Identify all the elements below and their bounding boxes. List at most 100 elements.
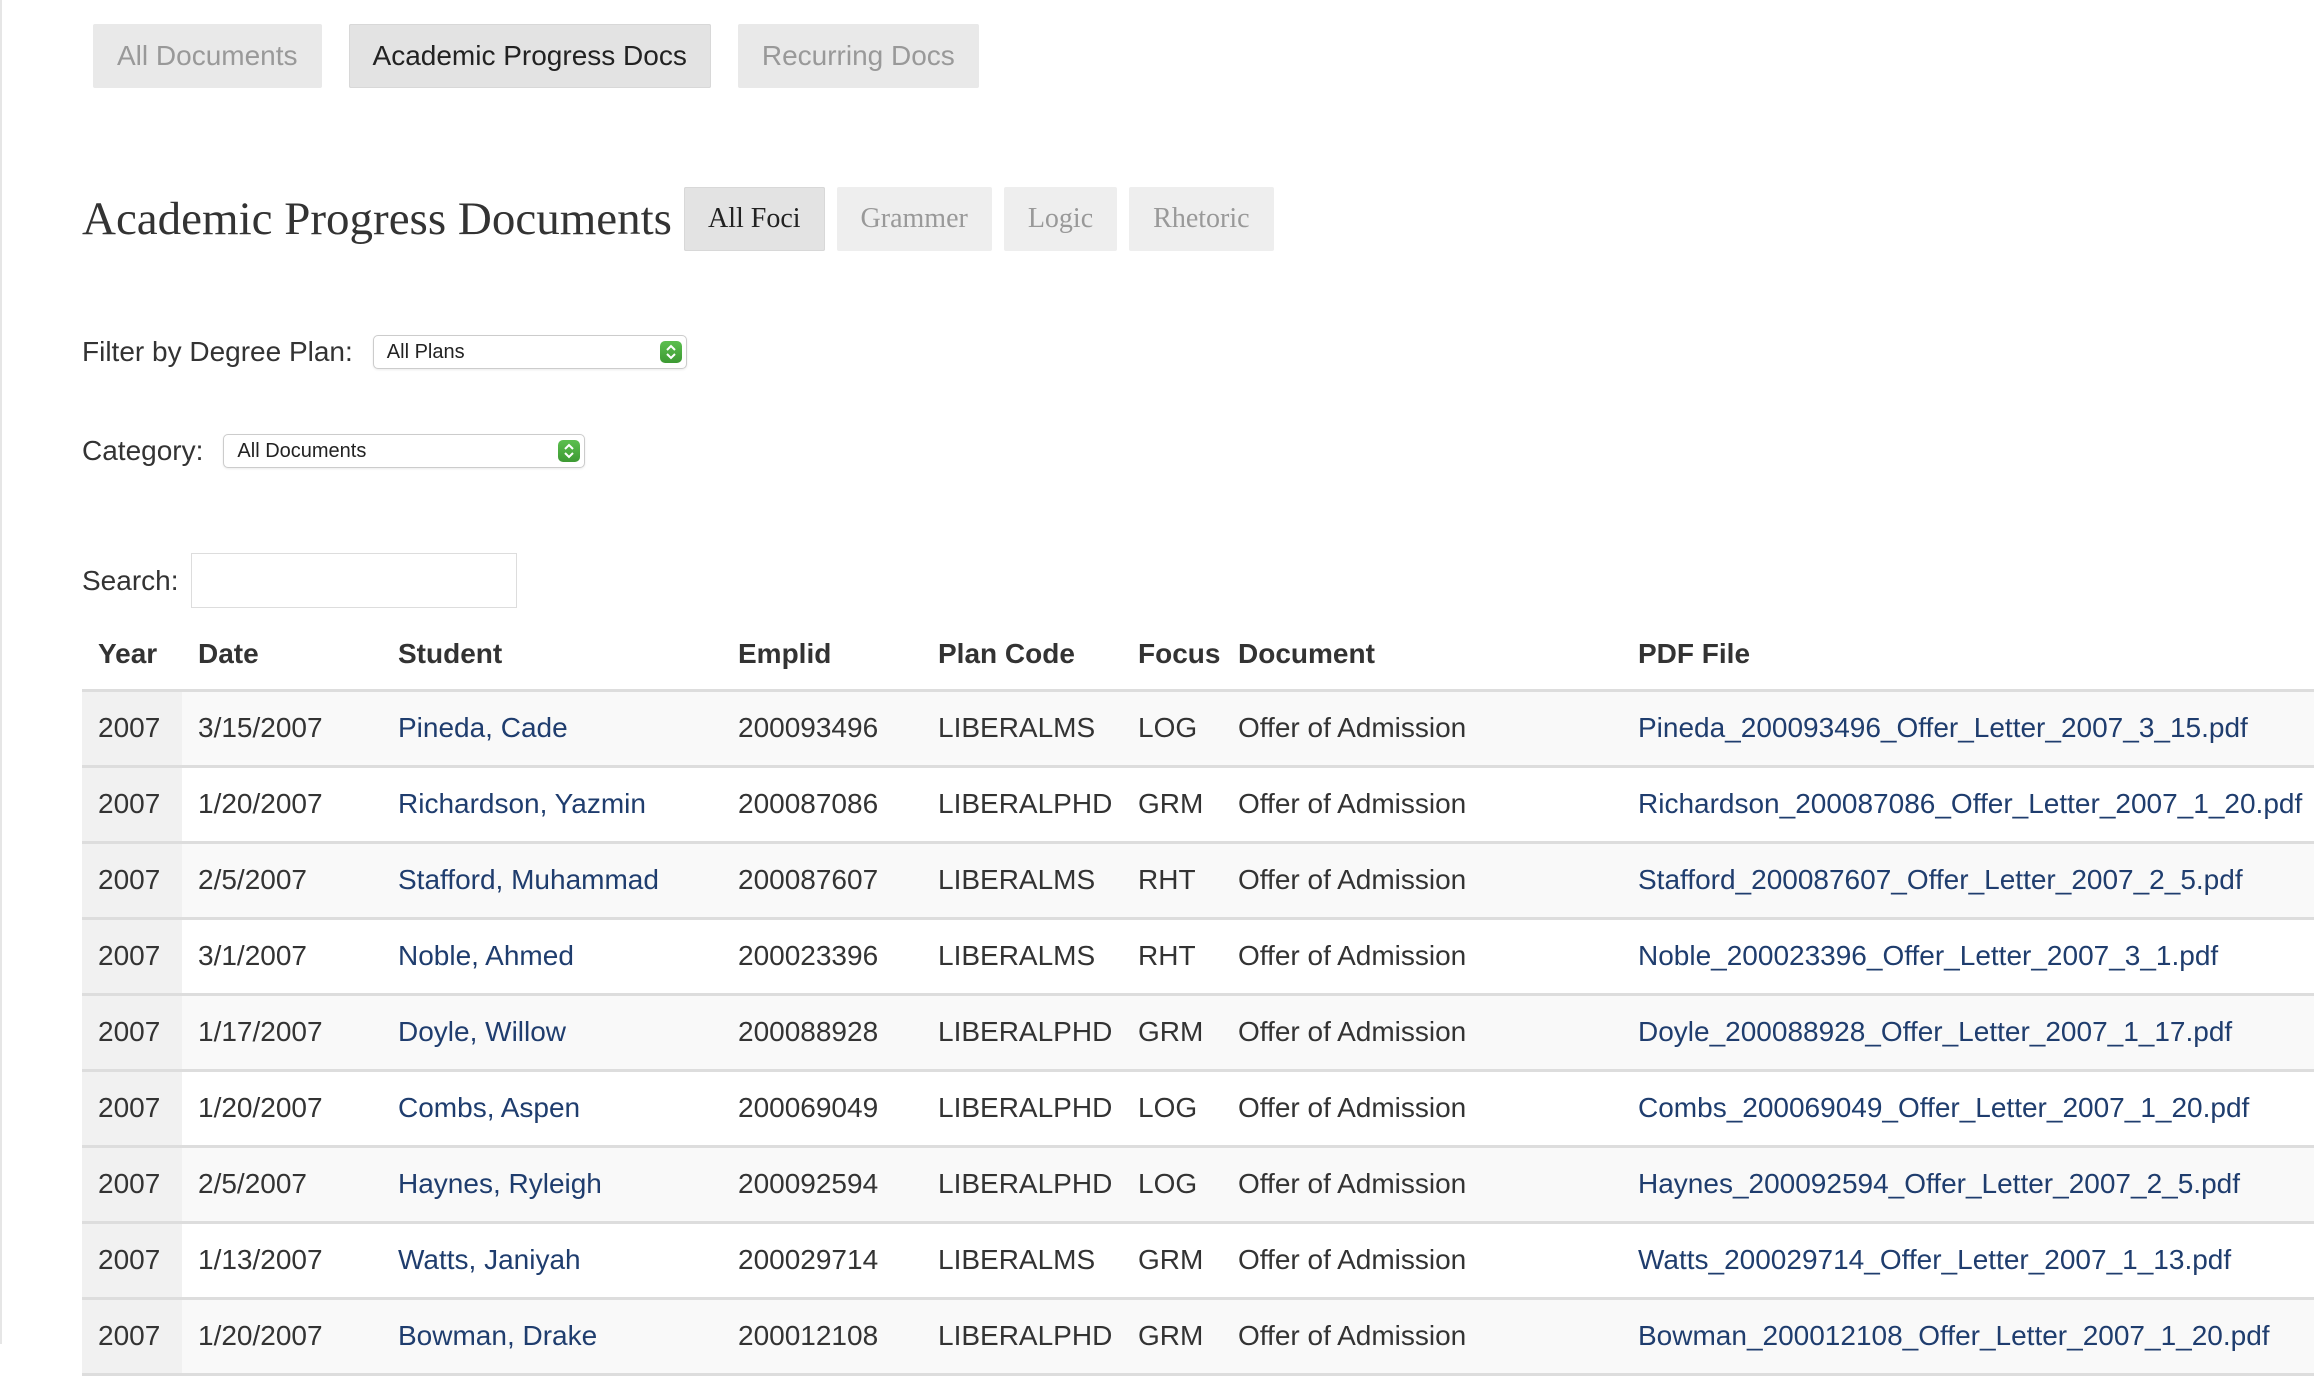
cell-date: 1/20/2007: [182, 1070, 382, 1148]
cell-focus: GRM: [1122, 1298, 1222, 1376]
tab-recurring-docs[interactable]: Recurring Docs: [737, 24, 979, 88]
student-link[interactable]: Richardson, Yazmin: [398, 788, 646, 819]
focus-tab-grammer[interactable]: Grammer: [836, 187, 992, 251]
focus-tab-logic[interactable]: Logic: [1003, 187, 1118, 251]
column-header-pdf-file[interactable]: PDF File: [1622, 620, 2314, 692]
pdf-file-link[interactable]: Noble_200023396_Offer_Letter_2007_3_1.pd…: [1638, 940, 2218, 971]
student-link[interactable]: Doyle, Willow: [398, 1016, 566, 1047]
search-row: Search:: [82, 553, 517, 608]
cell-year: 2007: [82, 918, 182, 996]
table-row: 2007 3/1/2007 Noble, Ahmed 200023396 LIB…: [82, 918, 2314, 996]
student-link[interactable]: Noble, Ahmed: [398, 940, 574, 971]
degree-plan-filter: Filter by Degree Plan: All Plans: [82, 335, 687, 369]
student-link[interactable]: Watts, Janiyah: [398, 1244, 581, 1275]
cell-plan-code: LIBERALMS: [922, 1222, 1122, 1300]
cell-student: Richardson, Yazmin: [382, 766, 722, 844]
cell-plan-code: LIBERALMS: [922, 842, 1122, 920]
up-down-chevron-icon: [659, 341, 682, 363]
focus-tabs: All Foci Grammer Logic Rhetoric: [683, 187, 1274, 251]
pdf-file-link[interactable]: Watts_200029714_Offer_Letter_2007_1_13.p…: [1638, 1244, 2231, 1275]
cell-student: Pineda, Cade: [382, 690, 722, 768]
table-row: 2007 1/20/2007 Bowman, Drake 200012108 L…: [82, 1298, 2314, 1376]
pdf-file-link[interactable]: Doyle_200088928_Offer_Letter_2007_1_17.p…: [1638, 1016, 2232, 1047]
cell-plan-code: LIBERALMS: [922, 690, 1122, 768]
cell-focus: GRM: [1122, 766, 1222, 844]
tab-academic-progress-docs[interactable]: Academic Progress Docs: [348, 24, 711, 88]
table-row: 2007 2/5/2007 Haynes, Ryleigh 200092594 …: [82, 1146, 2314, 1224]
cell-emplid: 200092594: [722, 1146, 922, 1224]
cell-year: 2007: [82, 1222, 182, 1300]
cell-date: 1/17/2007: [182, 994, 382, 1072]
table-row: 2007 1/20/2007 Richardson, Yazmin 200087…: [82, 766, 2314, 844]
cell-document: Offer of Admission: [1222, 1070, 1622, 1148]
degree-plan-select[interactable]: All Plans: [372, 335, 687, 369]
student-link[interactable]: Stafford, Muhammad: [398, 864, 659, 895]
cell-pdf-file: Pineda_200093496_Offer_Letter_2007_3_15.…: [1622, 690, 2314, 768]
student-link[interactable]: Haynes, Ryleigh: [398, 1168, 602, 1199]
column-header-student[interactable]: Student: [382, 620, 722, 692]
cell-focus: GRM: [1122, 994, 1222, 1072]
focus-tab-all-foci[interactable]: All Foci: [683, 187, 825, 251]
up-down-chevron-icon: [558, 440, 581, 462]
column-header-year[interactable]: Year: [82, 620, 182, 692]
cell-date: 1/20/2007: [182, 1298, 382, 1376]
student-link[interactable]: Pineda, Cade: [398, 712, 568, 743]
cell-year: 2007: [82, 1146, 182, 1224]
student-link[interactable]: Combs, Aspen: [398, 1092, 580, 1123]
cell-focus: RHT: [1122, 842, 1222, 920]
cell-emplid: 200012108: [722, 1298, 922, 1376]
cell-student: Haynes, Ryleigh: [382, 1146, 722, 1224]
cell-year: 2007: [82, 842, 182, 920]
cell-pdf-file: Bowman_200012108_Offer_Letter_2007_1_20.…: [1622, 1298, 2314, 1376]
cell-date: 1/13/2007: [182, 1222, 382, 1300]
category-select[interactable]: All Documents: [223, 434, 586, 468]
pdf-file-link[interactable]: Richardson_200087086_Offer_Letter_2007_1…: [1638, 788, 2302, 819]
cell-plan-code: LIBERALPHD: [922, 994, 1122, 1072]
cell-date: 2/5/2007: [182, 1146, 382, 1224]
cell-document: Offer of Admission: [1222, 918, 1622, 996]
table-row: 2007 1/17/2007 Doyle, Willow 200088928 L…: [82, 994, 2314, 1072]
table-row: 2007 1/20/2007 Combs, Aspen 200069049 LI…: [82, 1070, 2314, 1148]
category-label: Category:: [82, 435, 204, 466]
cell-date: 1/20/2007: [182, 766, 382, 844]
degree-plan-label: Filter by Degree Plan:: [82, 336, 353, 367]
column-header-focus[interactable]: Focus: [1122, 620, 1222, 692]
cell-emplid: 200029714: [722, 1222, 922, 1300]
pdf-file-link[interactable]: Bowman_200012108_Offer_Letter_2007_1_20.…: [1638, 1320, 2270, 1351]
pdf-file-link[interactable]: Stafford_200087607_Offer_Letter_2007_2_5…: [1638, 864, 2243, 895]
cell-student: Bowman, Drake: [382, 1298, 722, 1376]
cell-focus: LOG: [1122, 1146, 1222, 1224]
cell-date: 3/15/2007: [182, 690, 382, 768]
cell-year: 2007: [82, 994, 182, 1072]
focus-tab-rhetoric[interactable]: Rhetoric: [1129, 187, 1274, 251]
cell-year: 2007: [82, 1298, 182, 1376]
cell-plan-code: LIBERALMS: [922, 918, 1122, 996]
column-header-emplid[interactable]: Emplid: [722, 620, 922, 692]
cell-plan-code: LIBERALPHD: [922, 1146, 1122, 1224]
search-input[interactable]: [190, 553, 517, 608]
cell-document: Offer of Admission: [1222, 766, 1622, 844]
cell-emplid: 200023396: [722, 918, 922, 996]
table-header-row: Year Date Student Emplid Plan Code Focus…: [82, 620, 2314, 692]
cell-document: Offer of Admission: [1222, 1222, 1622, 1300]
cell-year: 2007: [82, 766, 182, 844]
category-filter: Category: All Documents: [82, 434, 586, 468]
cell-student: Doyle, Willow: [382, 994, 722, 1072]
pdf-file-link[interactable]: Haynes_200092594_Offer_Letter_2007_2_5.p…: [1638, 1168, 2240, 1199]
cell-focus: RHT: [1122, 918, 1222, 996]
cell-emplid: 200087607: [722, 842, 922, 920]
cell-document: Offer of Admission: [1222, 994, 1622, 1072]
pdf-file-link[interactable]: Combs_200069049_Offer_Letter_2007_1_20.p…: [1638, 1092, 2249, 1123]
pdf-file-link[interactable]: Pineda_200093496_Offer_Letter_2007_3_15.…: [1638, 712, 2248, 743]
student-link[interactable]: Bowman, Drake: [398, 1320, 597, 1351]
cell-pdf-file: Haynes_200092594_Offer_Letter_2007_2_5.p…: [1622, 1146, 2314, 1224]
column-header-date[interactable]: Date: [182, 620, 382, 692]
cell-pdf-file: Noble_200023396_Offer_Letter_2007_3_1.pd…: [1622, 918, 2314, 996]
column-header-document[interactable]: Document: [1222, 620, 1622, 692]
cell-plan-code: LIBERALPHD: [922, 1070, 1122, 1148]
cell-year: 2007: [82, 1070, 182, 1148]
column-header-plan-code[interactable]: Plan Code: [922, 620, 1122, 692]
tab-all-documents[interactable]: All Documents: [93, 24, 322, 88]
cell-pdf-file: Richardson_200087086_Offer_Letter_2007_1…: [1622, 766, 2314, 844]
cell-document: Offer of Admission: [1222, 690, 1622, 768]
